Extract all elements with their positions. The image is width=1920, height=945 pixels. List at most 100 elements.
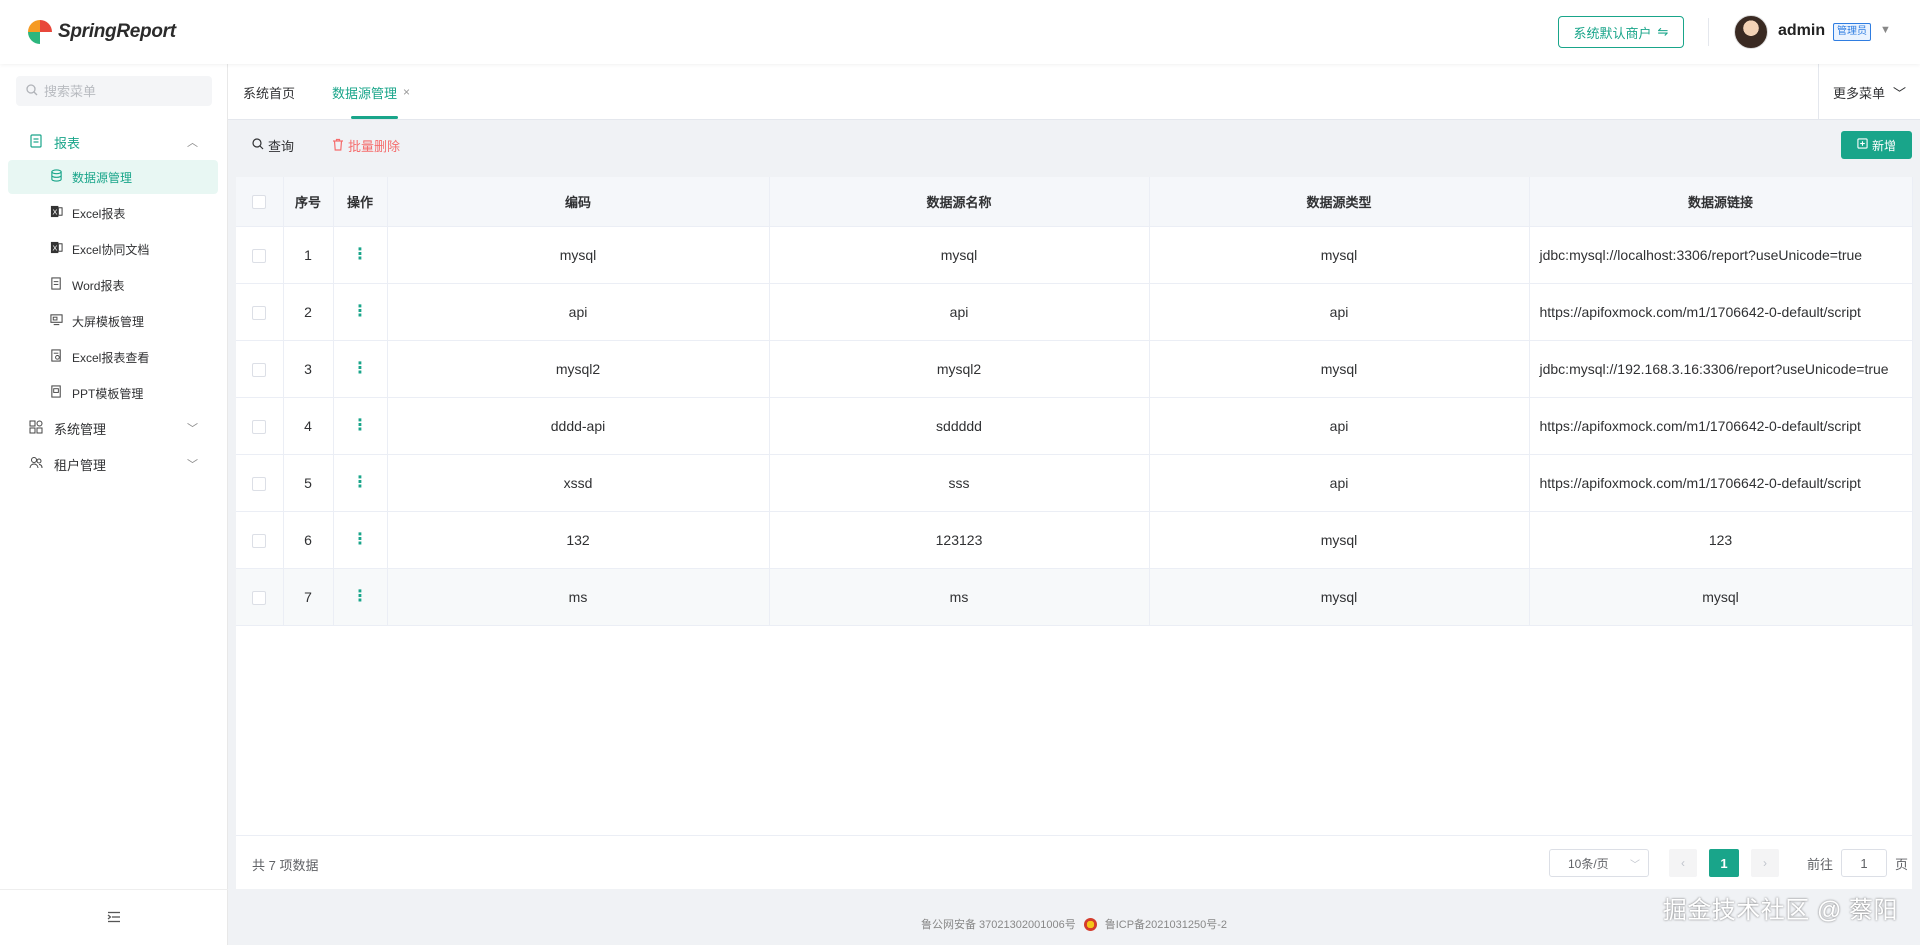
more-actions-icon[interactable]: ⋮ <box>352 531 368 548</box>
role-badge: 管理员 <box>1833 23 1871 41</box>
sidebar-group-reports[interactable]: 报表 ︿ <box>0 125 228 159</box>
cell-actions: ⋮ <box>333 340 388 398</box>
row-select-cell[interactable] <box>236 340 284 398</box>
row-select-cell[interactable] <box>236 568 284 626</box>
caret-down-icon[interactable]: ▼ <box>1880 24 1891 36</box>
sidebar: 报表 ︿ 数据源管理 X Excel报表 X Excel协同文档 Word报表 … <box>0 64 228 945</box>
tenant-switch-button[interactable]: 系统默认商户 ⇋ <box>1558 16 1684 48</box>
apps-grid-icon <box>28 420 44 437</box>
sidebar-item-excel-coop[interactable]: X Excel协同文档 <box>8 232 218 266</box>
chevron-right-icon: › <box>1762 856 1767 870</box>
search-icon <box>252 138 264 153</box>
row-select-cell[interactable] <box>236 283 284 341</box>
table-row[interactable]: 3 ⋮ mysql2 mysql2 mysql jdbc:mysql://192… <box>236 340 1913 398</box>
more-actions-icon[interactable]: ⋮ <box>352 360 368 377</box>
cell-index: 4 <box>283 397 334 455</box>
app-logo[interactable]: SpringReport <box>28 20 176 44</box>
cell-code: xssd <box>387 454 770 512</box>
query-button[interactable]: 查询 <box>252 136 294 155</box>
police-record-link[interactable]: 鲁公网安备 37021302001006号 <box>921 916 1076 932</box>
sidebar-group-system[interactable]: 系统管理 ﹀ <box>0 411 228 445</box>
menu-search[interactable] <box>16 76 212 106</box>
sidebar-item-label: PPT模板管理 <box>72 386 144 401</box>
avatar[interactable] <box>1734 15 1768 49</box>
sidebar-group-tenant[interactable]: 租户管理 ﹀ <box>0 447 228 481</box>
sidebar-item-word-report[interactable]: Word报表 <box>8 268 218 302</box>
next-page-button[interactable]: › <box>1750 849 1779 877</box>
add-doc-icon <box>1857 138 1868 152</box>
pagination: 10条/页 ﹀ ‹ 1 › 前往 页 <box>1548 848 1912 878</box>
top-header: SpringReport 系统默认商户 ⇋ admin 管理员 ▼ <box>0 0 1920 64</box>
batch-delete-label: 批量删除 <box>348 139 401 154</box>
page-size-select[interactable]: 10条/页 ﹀ <box>1548 849 1649 877</box>
more-actions-icon[interactable]: ⋮ <box>352 303 368 320</box>
row-checkbox[interactable] <box>252 305 267 320</box>
page-number-current[interactable]: 1 <box>1708 849 1739 877</box>
more-actions-icon[interactable]: ⋮ <box>352 246 368 263</box>
row-checkbox[interactable] <box>252 590 267 605</box>
users-icon <box>28 456 44 473</box>
trash-icon <box>332 138 344 154</box>
row-checkbox[interactable] <box>252 362 267 377</box>
tab-bar: 系统首页 数据源管理 × 更多菜单 ﹀ <box>228 64 1920 120</box>
sidebar-item-ppt-template[interactable]: PPT模板管理 <box>8 376 218 410</box>
select-all-cell[interactable] <box>236 177 284 227</box>
collapse-menu-icon <box>107 910 121 926</box>
sidebar-item-screen-template[interactable]: 大屏模板管理 <box>8 304 218 338</box>
user-name[interactable]: admin <box>1778 22 1825 40</box>
table-row[interactable]: 7 ⋮ ms ms mysql mysql <box>236 568 1913 626</box>
tab-home[interactable]: 系统首页 <box>243 64 295 120</box>
select-all-checkbox[interactable] <box>252 195 267 210</box>
cell-code: mysql2 <box>387 340 770 398</box>
sidebar-group-label: 报表 <box>54 135 81 151</box>
ppt-icon <box>48 385 64 401</box>
chevron-down-icon: ﹀ <box>1629 859 1640 871</box>
sidebar-item-datasource[interactable]: 数据源管理 <box>8 160 218 194</box>
sidebar-item-label: Word报表 <box>72 278 125 293</box>
table-row[interactable]: 5 ⋮ xssd sss api https://apifoxmock.com/… <box>236 454 1913 512</box>
prev-page-button[interactable]: ‹ <box>1668 849 1697 877</box>
column-header-actions: 操作 <box>333 177 388 227</box>
excel-icon: X <box>48 205 64 221</box>
word-doc-icon <box>48 277 64 293</box>
menu-search-input[interactable] <box>44 83 204 99</box>
add-button[interactable]: 新增 <box>1841 131 1912 159</box>
sidebar-item-excel-report[interactable]: X Excel报表 <box>8 196 218 230</box>
row-select-cell[interactable] <box>236 454 284 512</box>
add-label: 新增 <box>1871 138 1896 153</box>
more-actions-icon[interactable]: ⋮ <box>352 474 368 491</box>
table-row[interactable]: 6 ⋮ 132 123123 mysql 123 <box>236 511 1913 569</box>
row-checkbox[interactable] <box>252 476 267 491</box>
row-select-cell[interactable] <box>236 397 284 455</box>
row-select-cell[interactable] <box>236 511 284 569</box>
icp-record-link[interactable]: 鲁ICP备2021031250号-2 <box>1105 916 1227 932</box>
sidebar-collapse-button[interactable] <box>0 889 228 945</box>
row-checkbox[interactable] <box>252 248 267 263</box>
police-badge-icon <box>1083 917 1097 931</box>
sidebar-group-label: 系统管理 <box>54 421 107 437</box>
close-icon[interactable]: × <box>403 85 410 99</box>
row-checkbox[interactable] <box>252 419 267 434</box>
tab-label: 系统首页 <box>243 85 296 101</box>
goto-suffix: 页 <box>1894 856 1908 872</box>
tab-datasource[interactable]: 数据源管理 × <box>332 64 410 120</box>
chevron-down-icon: ﹀ <box>187 423 198 435</box>
more-menu-dropdown[interactable]: 更多菜单 ﹀ <box>1817 64 1906 120</box>
batch-delete-button[interactable]: 批量删除 <box>332 136 400 155</box>
more-actions-icon[interactable]: ⋮ <box>352 417 368 434</box>
table-row[interactable]: 2 ⋮ api api api https://apifoxmock.com/m… <box>236 283 1913 341</box>
row-select-cell[interactable] <box>236 226 284 284</box>
table-row[interactable]: 4 ⋮ dddd-api sddddd api https://apifoxmo… <box>236 397 1913 455</box>
table-row[interactable]: 1 ⋮ mysql mysql mysql jdbc:mysql://local… <box>236 226 1913 284</box>
sidebar-item-excel-view[interactable]: Excel报表查看 <box>8 340 218 374</box>
more-actions-icon[interactable]: ⋮ <box>352 588 368 605</box>
goto-page-input[interactable] <box>1840 849 1887 877</box>
cell-link: mysql <box>1529 568 1913 626</box>
row-checkbox[interactable] <box>252 533 267 548</box>
chevron-up-icon: ︿ <box>187 137 198 149</box>
cell-link: jdbc:mysql://localhost:3306/report?useUn… <box>1529 226 1913 284</box>
watermark: 掘金技术社区 @ 蔡阳 <box>1662 897 1898 924</box>
column-header-name: 数据源名称 <box>769 177 1150 227</box>
sidebar-item-label: Excel协同文档 <box>72 242 150 257</box>
more-menu-label: 更多菜单 <box>1832 85 1885 101</box>
